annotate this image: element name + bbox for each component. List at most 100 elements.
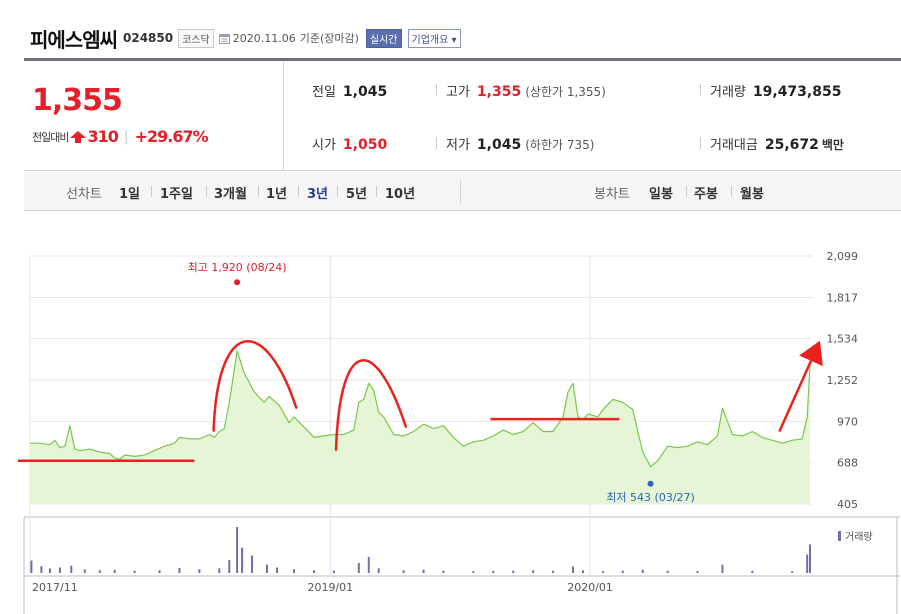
- volume-bar: [113, 569, 116, 573]
- volume-bar: [696, 571, 699, 573]
- stat-divider: [700, 84, 701, 96]
- volume-bar: [791, 571, 794, 573]
- volume-bar: [751, 570, 754, 573]
- realtime-button[interactable]: 실시간: [365, 28, 402, 48]
- period-1d[interactable]: 1일: [119, 183, 140, 202]
- volume-bar: [241, 547, 244, 573]
- volume-bar: [312, 570, 315, 573]
- volume-bar: [158, 570, 161, 573]
- open-value: 1,050: [342, 137, 388, 153]
- volume-bar: [367, 556, 370, 573]
- volume-bar: [98, 570, 101, 573]
- volume-bar: [552, 570, 555, 573]
- high-marker: [234, 279, 241, 286]
- amount-label: 거래대금: [710, 138, 758, 153]
- lower-limit: (하한가 735): [525, 138, 595, 152]
- stock-code: 024850: [123, 31, 174, 45]
- low-label: 저가: [446, 138, 470, 153]
- candle-monthly[interactable]: 월봉: [740, 183, 764, 202]
- volume-bar: [58, 567, 61, 573]
- price-change-row: 전일대비 310 | +29.67%: [32, 127, 209, 146]
- current-price-box: 1,355 전일대비 310 | +29.67%: [24, 61, 284, 170]
- low-stat: 저가 1,045 (하한가 735): [446, 134, 594, 153]
- x-tick-label: 2017/11: [32, 581, 78, 594]
- base-date-label: 기준(장마감): [299, 32, 359, 45]
- y-tick-label: 2,099: [827, 250, 859, 263]
- high-value: 1,355: [476, 84, 522, 100]
- candle-weekly[interactable]: 주봉: [694, 183, 718, 202]
- chart-period-bar: 선차트 1일 1주일 3개월 1년 3년 5년 10년 봉차트 일봉 주봉 월봉: [24, 172, 901, 211]
- prev-close-label: 전일: [312, 85, 336, 100]
- period-separator: [258, 186, 259, 197]
- up-arrow-icon: [70, 130, 87, 143]
- period-separator: [731, 186, 732, 197]
- stock-title-row: 피에스엠씨 024850 코스닥 2020.11.06 기준(장마감) 실시간 …: [30, 26, 461, 52]
- volume-bar: [512, 570, 515, 573]
- period-3y[interactable]: 3년: [307, 183, 328, 202]
- high-label: 고가: [446, 85, 470, 100]
- period-separator: [298, 186, 299, 197]
- current-price: 1,355: [32, 83, 123, 118]
- company-profile-button[interactable]: 기업개요 ▾: [407, 28, 461, 48]
- volume-bar: [236, 527, 239, 573]
- volume-bar: [275, 567, 278, 573]
- chart-type-divider: [460, 179, 461, 204]
- x-tick-label: 2020/01: [567, 581, 613, 594]
- volume-bar: [377, 568, 380, 573]
- volume-bar: [218, 568, 221, 573]
- volume-bar: [806, 554, 809, 573]
- volume-bar: [572, 566, 575, 573]
- volume-bar: [621, 570, 624, 573]
- base-date: 2020.11.06: [232, 31, 296, 45]
- change-value: 310: [87, 127, 118, 146]
- company-profile-label: 기업개요: [411, 34, 449, 46]
- volume-bar: [265, 564, 268, 573]
- candle-daily[interactable]: 일봉: [649, 183, 673, 202]
- volume-bar: [402, 570, 405, 573]
- volume-bar: [30, 560, 33, 573]
- volume-bar: [422, 569, 425, 573]
- low-value: 1,045: [476, 137, 522, 153]
- period-1w[interactable]: 1주일: [160, 183, 193, 202]
- y-tick-label: 1,252: [827, 374, 859, 387]
- chevron-down-icon: ▾: [451, 34, 457, 46]
- amount-unit: 백만: [821, 138, 844, 152]
- y-tick-label: 1,534: [827, 333, 859, 346]
- period-separator: [206, 186, 207, 197]
- candle-chart-title: 봉차트: [594, 187, 630, 202]
- volume-bar: [666, 570, 669, 573]
- stock-price-chart: 2,099 1,817 1,534 1,252 970 688 405 2017/11 2019…: [17, 250, 900, 614]
- upper-limit: (상한가 1,355): [525, 85, 606, 99]
- volume-bar: [721, 564, 724, 573]
- volume-bar: [357, 562, 360, 573]
- period-5y[interactable]: 5년: [346, 183, 367, 202]
- period-3m[interactable]: 3개월: [214, 183, 247, 202]
- change-separator: |: [123, 128, 129, 145]
- change-rate: +29.67%: [134, 127, 209, 146]
- volume-bar: [178, 567, 181, 573]
- amount-value: 25,672: [764, 137, 819, 153]
- volume-bar: [532, 570, 535, 573]
- volume-label: 거래량: [710, 85, 746, 100]
- volume-bar: [472, 571, 475, 573]
- volume-bar: [133, 570, 136, 573]
- volume-bar: [641, 569, 644, 573]
- x-tick-label: 2019/01: [307, 581, 353, 594]
- period-separator: [686, 186, 687, 197]
- amount-stat: 거래대금 25,672 백만: [710, 134, 844, 153]
- stat-divider: [700, 137, 701, 149]
- high-stat: 고가 1,355 (상한가 1,355): [446, 81, 606, 100]
- period-10y[interactable]: 10년: [385, 183, 415, 202]
- volume-bar: [228, 560, 231, 573]
- volume-bar: [40, 566, 43, 573]
- period-separator: [337, 186, 338, 197]
- volume-legend-swatch: [838, 531, 841, 541]
- prev-close-value: 1,045: [342, 84, 388, 100]
- period-separator: [376, 186, 377, 197]
- volume-bar: [581, 570, 584, 573]
- period-separator: [151, 186, 152, 197]
- volume-bar: [809, 544, 811, 573]
- volume-bar: [293, 569, 296, 573]
- period-1y[interactable]: 1년: [266, 183, 287, 202]
- volume-legend-label: 거래량: [845, 531, 873, 543]
